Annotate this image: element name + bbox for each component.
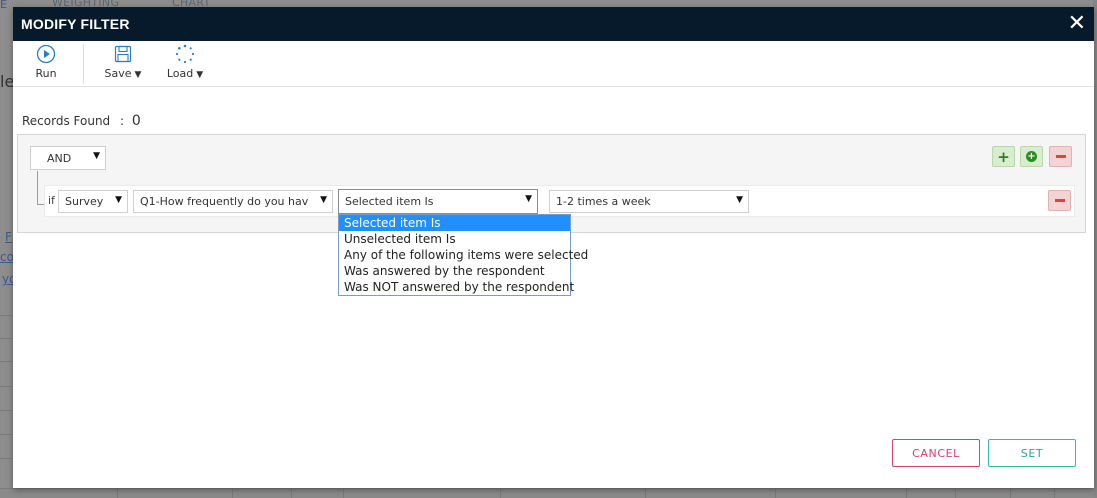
background-table-footer <box>0 488 1097 498</box>
modify-filter-dialog: MODIFY FILTER ✕ Run Save ▼ Load ▼ Record… <box>13 7 1094 488</box>
floppy-disk-icon <box>114 44 132 64</box>
records-label: Records Found <box>22 114 111 128</box>
question-value: Q1-How frequently do you hav <box>140 195 309 208</box>
chevron-down-icon: ▼ <box>525 194 532 204</box>
condition-select[interactable]: Selected item Is ▼ <box>338 189 538 214</box>
background-divider <box>0 386 12 387</box>
background-divider <box>0 434 12 435</box>
chevron-down-icon: ▼ <box>196 70 204 80</box>
run-button[interactable]: Run <box>21 44 71 80</box>
chevron-down-icon: ▼ <box>93 151 100 161</box>
dialog-toolbar: Run Save ▼ Load ▼ <box>13 41 1094 87</box>
condition-dropdown-list: Selected item Is Unselected item Is Any … <box>338 214 588 296</box>
plus-circle-icon: + <box>1026 151 1037 162</box>
background-partial-text: E <box>0 0 7 11</box>
chevron-down-icon: ▼ <box>320 195 327 205</box>
background-partial-link: F <box>5 230 12 244</box>
save-button[interactable]: Save ▼ <box>98 44 148 80</box>
cancel-button[interactable]: CANCEL <box>892 439 980 467</box>
condition-option[interactable]: Was answered by the respondent <box>339 263 570 279</box>
source-select[interactable]: Survey ▼ <box>58 190 128 213</box>
remove-rule-button[interactable] <box>1048 190 1071 211</box>
chevron-down-icon: ▼ <box>134 70 142 80</box>
plus-icon: + <box>997 147 1010 166</box>
background-divider <box>0 410 12 411</box>
records-found: Records Found : 0 <box>22 113 141 129</box>
value-value: 1-2 times a week <box>556 195 651 208</box>
play-icon <box>36 44 56 64</box>
add-group-button[interactable]: + <box>1020 146 1043 167</box>
close-icon[interactable]: ✕ <box>1068 13 1086 35</box>
save-label: Save <box>104 67 132 80</box>
chevron-down-icon: ▼ <box>115 195 122 205</box>
save-label-wrap: Save ▼ <box>105 67 142 80</box>
chevron-down-icon: ▼ <box>736 195 743 205</box>
group-operator-value: AND <box>47 151 72 165</box>
loading-spinner-icon <box>175 44 195 64</box>
question-select[interactable]: Q1-How frequently do you hav ▼ <box>133 190 333 213</box>
dialog-header: MODIFY FILTER ✕ <box>13 7 1094 41</box>
minus-icon <box>1055 155 1066 158</box>
records-separator: : <box>120 114 125 128</box>
set-button[interactable]: SET <box>988 439 1076 467</box>
dialog-title: MODIFY FILTER <box>21 16 130 32</box>
condition-option[interactable]: Was NOT answered by the respondent <box>339 279 574 295</box>
records-count: 0 <box>131 113 141 129</box>
background-divider <box>0 361 12 362</box>
remove-group-button[interactable] <box>1049 146 1072 167</box>
run-label: Run <box>35 67 57 80</box>
load-button[interactable]: Load ▼ <box>160 44 210 80</box>
add-rule-button[interactable]: + <box>992 146 1015 167</box>
background-divider <box>0 458 12 459</box>
minus-icon <box>1054 199 1065 202</box>
background-divider <box>0 315 12 316</box>
source-value: Survey <box>65 195 104 208</box>
value-select[interactable]: 1-2 times a week ▼ <box>549 190 749 213</box>
condition-option[interactable]: Selected item Is <box>339 215 570 231</box>
condition-option[interactable]: Unselected item Is <box>339 231 570 247</box>
filter-rule-row: if Survey ▼ Q1-How frequently do you hav… <box>44 185 1075 217</box>
tree-connector <box>37 171 38 204</box>
background-partial-link: co <box>0 250 14 264</box>
condition-value: Selected item Is <box>345 195 434 208</box>
toolbar-divider <box>83 44 84 84</box>
load-label-wrap: Load ▼ <box>167 67 203 80</box>
load-label: Load <box>166 67 194 80</box>
if-label: if <box>48 194 55 207</box>
condition-option[interactable]: Any of the following items were selected <box>339 247 588 263</box>
group-operator-select[interactable]: AND ▼ <box>30 146 106 170</box>
background-divider <box>0 338 12 339</box>
